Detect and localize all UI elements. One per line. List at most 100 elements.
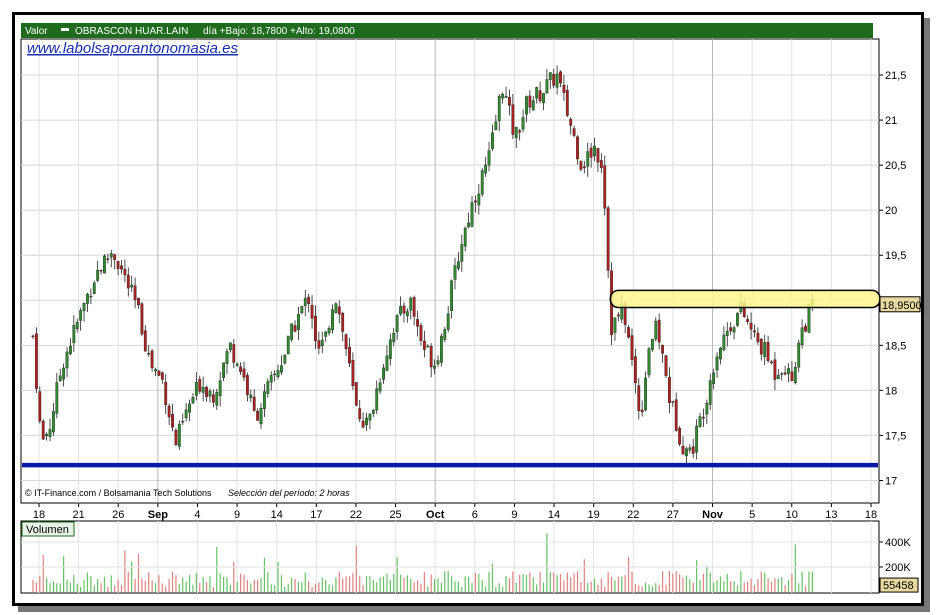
candle-body <box>177 423 181 447</box>
candle-body <box>191 397 195 404</box>
candle-body <box>164 381 168 406</box>
date-x-tick-label: 5 <box>749 509 755 521</box>
candle-body <box>402 305 406 314</box>
candle-body <box>86 293 89 304</box>
candle-body <box>708 380 712 405</box>
candle-body <box>354 382 358 406</box>
candle-body <box>99 269 103 272</box>
candle-body <box>82 303 86 312</box>
candle-body <box>273 373 277 376</box>
candle-body <box>657 319 661 343</box>
candle-body <box>228 342 232 351</box>
candle-body <box>337 306 341 315</box>
watermark-url[interactable]: www.labolsaporantonomasia.es <box>27 40 238 57</box>
candle-body <box>804 325 807 332</box>
candle-body <box>137 298 140 306</box>
candle-body <box>429 346 433 368</box>
candle-body <box>508 97 511 106</box>
candle-body <box>467 222 471 228</box>
candle-body <box>252 396 256 411</box>
candle-body <box>538 90 542 101</box>
candle-body <box>422 340 426 350</box>
candle-body <box>753 330 756 333</box>
candle-body <box>256 411 260 421</box>
candle-body <box>548 72 552 80</box>
candle-body <box>171 414 174 428</box>
volume-label: Volumen <box>26 524 69 536</box>
candle-body <box>378 382 382 392</box>
candle-body <box>222 362 225 378</box>
candle-body <box>698 416 702 427</box>
candle-body <box>48 429 52 437</box>
candle-body <box>674 399 678 431</box>
date-x-tick-label: Nov <box>702 509 724 521</box>
candle-body <box>616 314 620 317</box>
candle-body <box>35 333 38 389</box>
candle-body <box>174 429 178 446</box>
candle-body <box>470 202 474 227</box>
credit-period: Selección del período: 2 horas <box>228 488 350 498</box>
candle-body <box>239 366 242 372</box>
volume-panel <box>20 520 880 594</box>
date-x-tick-label: 4 <box>194 509 200 521</box>
candle-body <box>494 121 498 130</box>
candle-body <box>450 280 453 311</box>
candle-body <box>96 269 100 281</box>
candle-body <box>181 420 185 423</box>
candle-body <box>126 274 130 289</box>
candle-body <box>45 434 49 437</box>
candle-body <box>457 261 460 269</box>
candle-body <box>65 351 69 369</box>
candle-body <box>280 365 283 373</box>
candle-body <box>497 95 501 122</box>
candle-body <box>644 377 647 411</box>
candle-body <box>106 258 110 260</box>
price-y-tick-label: 21 <box>885 115 897 127</box>
candle-body <box>596 148 600 163</box>
candle-body <box>569 118 573 126</box>
candle-body <box>773 359 777 380</box>
candle-body <box>249 394 253 398</box>
candle-body <box>521 117 525 130</box>
candle-body <box>766 341 770 361</box>
date-x-tick-label: Sep <box>148 509 168 521</box>
candle-body <box>793 367 797 384</box>
candle-body <box>443 329 447 340</box>
candle-body <box>150 350 154 369</box>
candle-body <box>511 104 515 135</box>
candle-body <box>664 355 668 376</box>
date-x-tick-label: 22 <box>350 509 362 521</box>
candle-body <box>140 303 144 335</box>
candle-body <box>157 370 161 376</box>
candle-body <box>613 317 617 333</box>
date-x-tick-label: Oct <box>426 509 445 521</box>
candle-body <box>409 297 413 311</box>
candle-body <box>433 365 436 369</box>
candle-body <box>576 136 579 160</box>
date-x-tick-label: 21 <box>72 509 84 521</box>
candle-body <box>463 227 467 247</box>
candle-body <box>399 306 402 315</box>
series-swatch <box>61 28 69 31</box>
candle-body <box>358 408 362 420</box>
candle-body <box>790 371 794 381</box>
date-x-tick-label: 27 <box>667 509 679 521</box>
candle-body <box>293 325 297 332</box>
candle-body <box>143 330 147 352</box>
candle-body <box>89 295 93 298</box>
candle-body <box>348 347 351 364</box>
candle-body <box>324 331 328 337</box>
candle-body <box>371 410 375 414</box>
candle-body <box>113 254 117 260</box>
candle-body <box>627 327 630 338</box>
candle-body <box>382 367 385 380</box>
candle-body <box>69 346 72 355</box>
candle-body <box>685 448 688 457</box>
candle-body <box>535 87 539 99</box>
candle-body <box>480 170 484 195</box>
candle-body <box>439 335 443 363</box>
candle-body <box>419 325 423 341</box>
candle-body <box>188 403 191 413</box>
date-x-tick-label: 19 <box>588 509 600 521</box>
candle-body <box>436 360 440 365</box>
